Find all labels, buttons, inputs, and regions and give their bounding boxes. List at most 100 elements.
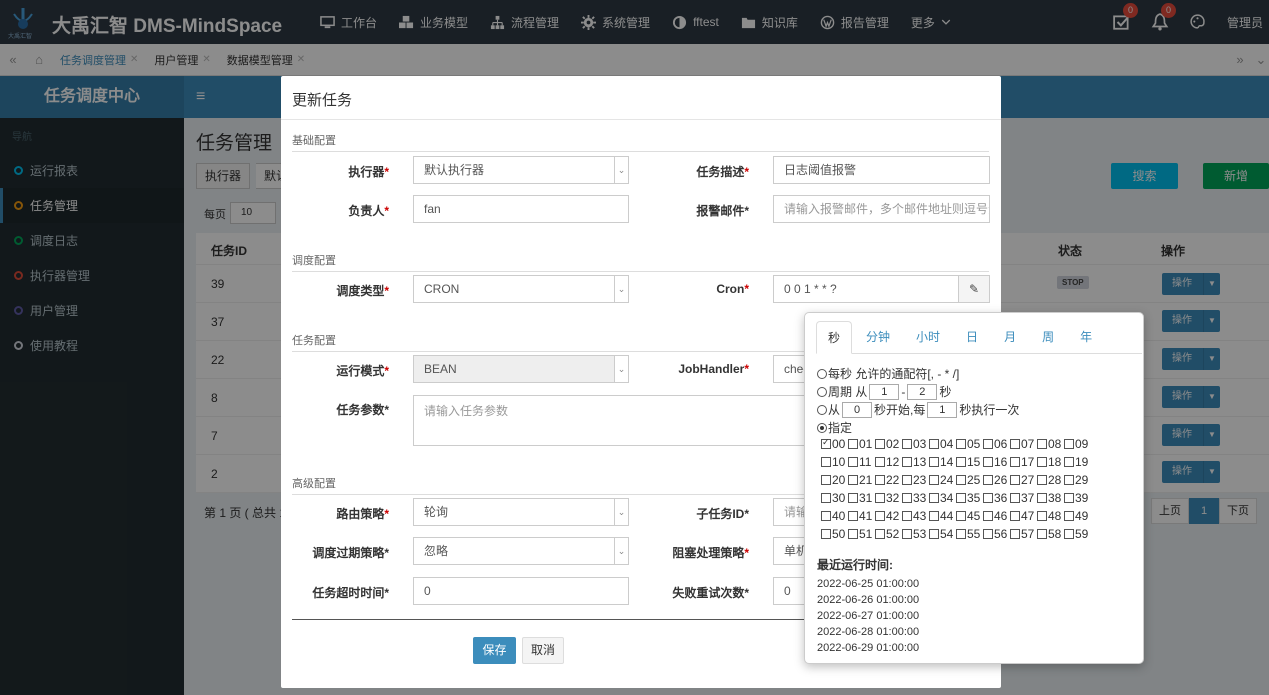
- second-checkbox[interactable]: 12: [875, 455, 902, 469]
- second-checkbox[interactable]: 39: [1064, 491, 1091, 505]
- second-checkbox[interactable]: 41: [848, 509, 875, 523]
- second-checkbox[interactable]: 10: [821, 455, 848, 469]
- checkbox-box[interactable]: [1064, 475, 1074, 485]
- expire-strategy-select[interactable]: 忽略 ⌄: [413, 537, 629, 565]
- second-checkbox[interactable]: 54: [929, 527, 956, 541]
- checkbox-box[interactable]: [1037, 493, 1047, 503]
- checkbox-box[interactable]: [1010, 511, 1020, 521]
- checkbox-box[interactable]: [902, 529, 912, 539]
- second-checkbox[interactable]: 29: [1064, 473, 1091, 487]
- checkbox-box[interactable]: [1064, 439, 1074, 449]
- checkbox-box[interactable]: [929, 475, 939, 485]
- checkbox-box[interactable]: [848, 511, 858, 521]
- second-checkbox[interactable]: 11: [848, 455, 875, 469]
- checkbox-box[interactable]: [983, 493, 993, 503]
- checkbox-box[interactable]: [848, 475, 858, 485]
- tab-day[interactable]: 日: [954, 321, 990, 354]
- checkbox-box[interactable]: [821, 457, 831, 467]
- second-checkbox[interactable]: 33: [902, 491, 929, 505]
- second-checkbox[interactable]: 03: [902, 437, 929, 451]
- second-checkbox[interactable]: 56: [983, 527, 1010, 541]
- checkbox-box[interactable]: [821, 511, 831, 521]
- second-checkbox[interactable]: 27: [1010, 473, 1037, 487]
- second-checkbox[interactable]: 45: [956, 509, 983, 523]
- checkbox-box[interactable]: [1037, 511, 1047, 521]
- second-checkbox[interactable]: 46: [983, 509, 1010, 523]
- checkbox-box[interactable]: [902, 475, 912, 485]
- second-checkbox[interactable]: 36: [983, 491, 1010, 505]
- cancel-button[interactable]: 取消: [522, 637, 564, 664]
- second-checkbox[interactable]: 15: [956, 455, 983, 469]
- checkbox-box[interactable]: [1010, 529, 1020, 539]
- checkbox-box[interactable]: [902, 439, 912, 449]
- checkbox-box[interactable]: [875, 439, 885, 449]
- second-checkbox[interactable]: 00: [821, 437, 848, 451]
- checkbox-box[interactable]: [956, 529, 966, 539]
- second-checkbox[interactable]: 20: [821, 473, 848, 487]
- task-desc-input[interactable]: 日志阈值报警: [773, 156, 990, 184]
- second-checkbox[interactable]: 57: [1010, 527, 1037, 541]
- second-checkbox[interactable]: 53: [902, 527, 929, 541]
- second-checkbox[interactable]: 42: [875, 509, 902, 523]
- checkbox-box[interactable]: [956, 511, 966, 521]
- checkbox-box[interactable]: [902, 493, 912, 503]
- executor-select[interactable]: 默认执行器 ⌄: [413, 156, 629, 184]
- owner-input[interactable]: fan: [413, 195, 629, 223]
- second-checkbox[interactable]: 30: [821, 491, 848, 505]
- checkbox-box[interactable]: [983, 457, 993, 467]
- checkbox-box[interactable]: [929, 439, 939, 449]
- checkbox-box[interactable]: [1037, 475, 1047, 485]
- tab-week[interactable]: 周: [1030, 321, 1066, 354]
- radio-every[interactable]: [817, 368, 827, 379]
- second-checkbox[interactable]: 25: [956, 473, 983, 487]
- route-select[interactable]: 轮询 ⌄: [413, 498, 629, 526]
- second-checkbox[interactable]: 18: [1037, 455, 1064, 469]
- second-checkbox[interactable]: 24: [929, 473, 956, 487]
- tab-minute[interactable]: 分钟: [854, 321, 902, 354]
- checkbox-box[interactable]: [956, 475, 966, 485]
- checkbox-box[interactable]: [1010, 457, 1020, 467]
- checkbox-box[interactable]: [821, 529, 831, 539]
- second-checkbox[interactable]: 16: [983, 455, 1010, 469]
- checkbox-box[interactable]: [1010, 439, 1020, 449]
- checkbox-box[interactable]: [848, 529, 858, 539]
- second-checkbox[interactable]: 07: [1010, 437, 1037, 451]
- checkbox-box[interactable]: [875, 529, 885, 539]
- checkbox-box[interactable]: [956, 493, 966, 503]
- checkbox-box[interactable]: [1010, 475, 1020, 485]
- from-start-input[interactable]: 0: [842, 401, 873, 418]
- second-checkbox[interactable]: 34: [929, 491, 956, 505]
- checkbox-box[interactable]: [875, 457, 885, 467]
- second-checkbox[interactable]: 28: [1037, 473, 1064, 487]
- tab-month[interactable]: 月: [992, 321, 1028, 354]
- alarm-email-input[interactable]: 请输入报警邮件，多个邮件地址则逗号分隔: [773, 195, 990, 223]
- second-checkbox[interactable]: 08: [1037, 437, 1064, 451]
- second-checkbox[interactable]: 05: [956, 437, 983, 451]
- second-checkbox[interactable]: 59: [1064, 527, 1091, 541]
- second-checkbox[interactable]: 09: [1064, 437, 1091, 451]
- checkbox-box[interactable]: [821, 493, 831, 503]
- second-checkbox[interactable]: 35: [956, 491, 983, 505]
- checkbox-box[interactable]: [956, 439, 966, 449]
- from-step-input[interactable]: 1: [927, 401, 958, 418]
- tab-hour[interactable]: 小时: [904, 321, 952, 354]
- tab-year[interactable]: 年: [1068, 321, 1104, 354]
- second-checkbox[interactable]: 21: [848, 473, 875, 487]
- checkbox-box[interactable]: [848, 457, 858, 467]
- checkbox-box[interactable]: [929, 511, 939, 521]
- cron-edit-button[interactable]: ✎: [958, 275, 990, 303]
- second-checkbox[interactable]: 52: [875, 527, 902, 541]
- checkbox-box[interactable]: [929, 493, 939, 503]
- second-checkbox[interactable]: 26: [983, 473, 1010, 487]
- second-checkbox[interactable]: 43: [902, 509, 929, 523]
- radio-cycle[interactable]: [817, 386, 827, 397]
- checkbox-box[interactable]: [848, 439, 858, 449]
- second-checkbox[interactable]: 55: [956, 527, 983, 541]
- save-button[interactable]: 保存: [473, 637, 516, 664]
- checkbox-box[interactable]: [848, 493, 858, 503]
- second-checkbox[interactable]: 22: [875, 473, 902, 487]
- checkbox-box[interactable]: [1064, 457, 1074, 467]
- second-checkbox[interactable]: 44: [929, 509, 956, 523]
- checkbox-box[interactable]: [902, 511, 912, 521]
- second-checkbox[interactable]: 01: [848, 437, 875, 451]
